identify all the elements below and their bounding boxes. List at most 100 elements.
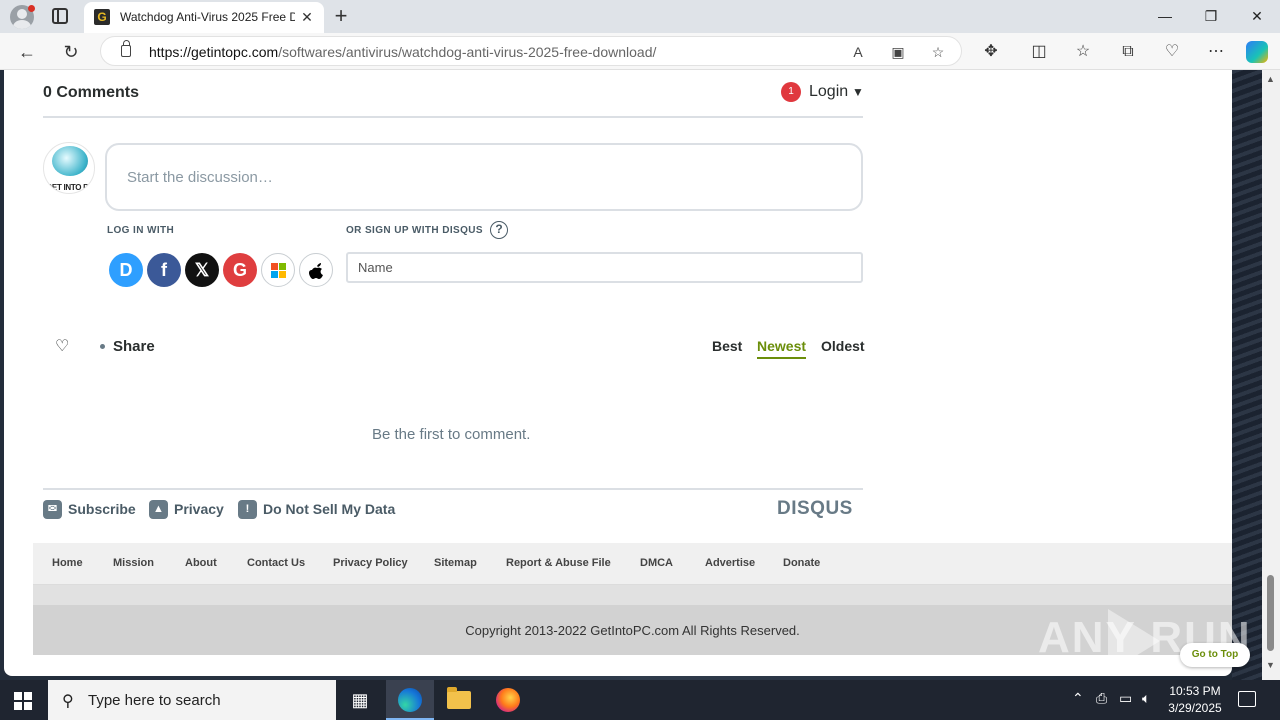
footer-link-mission[interactable]: Mission — [113, 557, 154, 569]
new-tab-plus-icon[interactable]: + — [330, 4, 352, 28]
divider — [43, 116, 863, 118]
comment-input[interactable] — [105, 143, 863, 211]
empty-comments-message: Be the first to comment. — [372, 426, 531, 443]
immersive-reader-icon[interactable]: ▣ — [887, 41, 909, 63]
address-toolbar: ← ↻ https://getintopc.com/softwares/anti… — [0, 33, 1280, 70]
user-avatar[interactable]: GET INTO PC — [43, 142, 95, 194]
footer-link-sitemap[interactable]: Sitemap — [434, 557, 477, 569]
notification-badge[interactable]: 1 — [781, 82, 801, 102]
apple-logo-icon — [309, 263, 323, 279]
address-bar[interactable]: https://getintopc.com/softwares/antiviru… — [100, 36, 962, 66]
browser-tab-active[interactable]: G Watchdog Anti-Virus 2025 Free D ✕ — [84, 2, 324, 33]
divider — [43, 488, 863, 490]
x-login-icon[interactable]: 𝕏 — [185, 253, 219, 287]
browser-essentials-icon[interactable]: ♡ — [1159, 39, 1185, 65]
sort-newest-tab[interactable]: Newest — [757, 338, 807, 359]
share-button[interactable]: Share — [113, 338, 155, 355]
facebook-login-icon[interactable]: f — [147, 253, 181, 287]
footer-link-about[interactable]: About — [185, 557, 217, 569]
footer-link-dmca[interactable]: DMCA — [640, 557, 673, 569]
footer-link-contact[interactable]: Contact Us — [247, 557, 305, 569]
tab-actions-icon[interactable] — [52, 8, 68, 24]
taskbar-edge[interactable] — [386, 680, 434, 720]
getintopc-logo-icon — [52, 146, 88, 176]
sort-best-tab[interactable]: Best — [712, 338, 742, 354]
profile-notification-dot — [28, 5, 35, 12]
lock-icon[interactable] — [121, 40, 131, 57]
collections-icon[interactable]: ⧉ — [1115, 39, 1141, 65]
site-footer-nav: Home Mission About Contact Us Privacy Po… — [33, 543, 1232, 585]
page-background — [1232, 70, 1262, 680]
footer-link-advertise[interactable]: Advertise — [705, 557, 755, 569]
task-view-icon[interactable]: ▦ — [336, 680, 384, 720]
notification-center-icon[interactable] — [1238, 691, 1256, 707]
read-aloud-icon[interactable]: A︎ — [847, 41, 869, 63]
apple-login-icon[interactable] — [299, 253, 333, 287]
split-screen-icon[interactable]: ◫ — [1026, 39, 1052, 65]
heart-icon[interactable]: ♡ — [55, 336, 69, 356]
edge-icon — [398, 688, 422, 712]
tray-device-icon[interactable]: ⎙ — [1096, 690, 1107, 707]
more-menu-icon[interactable]: ⋯ — [1203, 39, 1229, 65]
volume-icon[interactable]: 🔈︎ — [1142, 690, 1150, 707]
scroll-down-arrow-icon[interactable]: ▼ — [1266, 660, 1275, 670]
footer-link-report[interactable]: Report & Abuse File — [506, 557, 611, 569]
microsoft-login-icon[interactable] — [261, 253, 295, 287]
sign-up-label: OR SIGN UP WITH DISQUS — [346, 225, 483, 236]
warning-icon: ! — [238, 500, 257, 519]
tab-bar: G Watchdog Anti-Virus 2025 Free D ✕ + — … — [0, 0, 1280, 33]
log-in-with-label: LOG IN WITH — [107, 225, 175, 236]
caret-down-icon[interactable]: ▼ — [852, 85, 864, 99]
sort-oldest-tab[interactable]: Oldest — [821, 338, 865, 354]
copilot-icon[interactable] — [1246, 41, 1268, 63]
tab-title: Watchdog Anti-Virus 2025 Free D — [120, 10, 295, 24]
page-viewport: 0 Comments 1 Login ▼ GET INTO PC LOG IN … — [0, 70, 1280, 680]
footer-link-privacy-policy[interactable]: Privacy Policy — [333, 557, 408, 569]
window-restore-icon[interactable]: ❐ — [1188, 0, 1234, 33]
do-not-sell-link[interactable]: Do Not Sell My Data — [263, 501, 395, 523]
microsoft-logo-icon — [271, 263, 287, 279]
envelope-icon: ✉ — [43, 500, 62, 519]
tab-close-icon[interactable]: ✕ — [298, 8, 316, 26]
footer-strip — [33, 585, 1232, 605]
window-minimize-icon[interactable]: — — [1142, 0, 1188, 33]
search-icon: ⚲ — [62, 693, 74, 710]
favorites-icon[interactable]: ☆ — [1070, 39, 1096, 65]
clock-date[interactable]: 3/29/2025 — [1165, 701, 1225, 715]
name-field[interactable] — [346, 252, 863, 283]
clock-time[interactable]: 10:53 PM — [1165, 684, 1225, 698]
refresh-icon[interactable]: ↻ — [58, 39, 84, 65]
taskbar-firefox[interactable] — [484, 680, 532, 720]
avatar-logo-text: GET INTO PC — [46, 183, 94, 192]
url-text[interactable]: https://getintopc.com/softwares/antiviru… — [149, 44, 656, 60]
help-question-icon[interactable]: ? — [490, 221, 508, 239]
go-to-top-button[interactable]: Go to Top — [1180, 643, 1250, 667]
network-icon[interactable]: ▭ — [1119, 690, 1132, 707]
scroll-thumb[interactable] — [1267, 575, 1274, 651]
taskbar-file-explorer[interactable] — [435, 680, 483, 720]
footer-link-donate[interactable]: Donate — [783, 557, 820, 569]
disqus-login-icon[interactable]: D — [109, 253, 143, 287]
comments-count: 0 Comments — [43, 84, 140, 101]
tray-chevron-up-icon[interactable]: ⌃ — [1072, 690, 1084, 707]
disqus-logo[interactable]: DISQUS — [777, 498, 853, 520]
page-content: 0 Comments 1 Login ▼ GET INTO PC LOG IN … — [4, 70, 1232, 676]
subscribe-link[interactable]: Subscribe — [68, 501, 136, 523]
window-close-icon[interactable]: ✕ — [1234, 0, 1280, 33]
windows-taskbar: ⚲ Type here to search ▦ ⌃ ⎙ ▭ 🔈︎ 10:53 P… — [0, 680, 1280, 720]
login-dropdown[interactable]: Login — [809, 83, 848, 101]
scroll-up-arrow-icon[interactable]: ▲ — [1266, 74, 1275, 84]
favorite-star-icon[interactable]: ☆ — [927, 41, 949, 63]
taskbar-search-box[interactable]: ⚲ Type here to search — [48, 680, 336, 720]
footer-link-home[interactable]: Home — [52, 557, 83, 569]
windows-start-icon[interactable] — [14, 692, 32, 710]
privacy-link[interactable]: Privacy — [174, 501, 224, 523]
bullet-separator — [100, 344, 105, 349]
firefox-icon — [496, 688, 520, 712]
google-login-icon[interactable]: G — [223, 253, 257, 287]
vertical-scrollbar[interactable]: ▲ ▼ — [1262, 70, 1280, 680]
taskbar-search-placeholder: Type here to search — [88, 692, 221, 709]
extensions-puzzle-icon[interactable]: ✥ — [978, 39, 1004, 65]
back-arrow-icon[interactable]: ← — [14, 39, 40, 65]
folder-icon — [447, 687, 471, 709]
